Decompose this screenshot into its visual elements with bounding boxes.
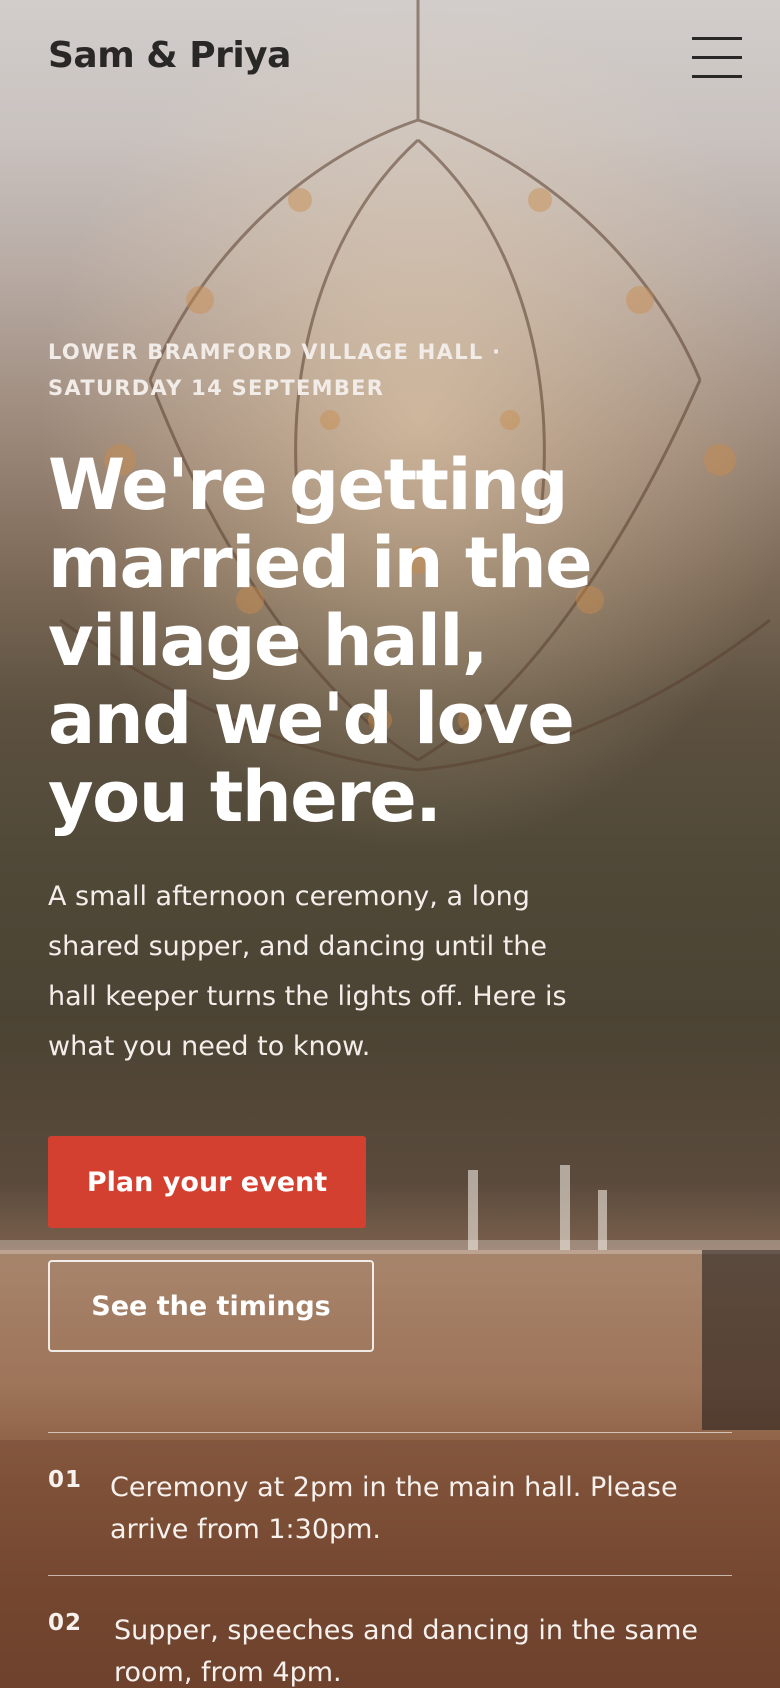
timings-list: 01 Ceremony at 2pm in the main hall. Ple… [48, 1432, 732, 1688]
menu-line [692, 37, 742, 40]
list-item: 01 Ceremony at 2pm in the main hall. Ple… [48, 1432, 732, 1575]
menu-line [692, 56, 742, 59]
see-the-timings-button[interactable]: See the timings [48, 1260, 374, 1352]
plan-your-event-button[interactable]: Plan your event [48, 1136, 366, 1228]
step-number: 01 [48, 1467, 83, 1493]
hero-content: LOWER BRAMFORD VILLAGE HALL · SATURDAY 1… [48, 334, 738, 1072]
hero-headline: We're getting married in the village hal… [48, 444, 593, 838]
hero-intro: A small afternoon ceremony, a long share… [48, 881, 567, 1062]
list-item: 02 Supper, speeches and dancing in the s… [48, 1575, 732, 1688]
step-text: Supper, speeches and dancing in the same… [114, 1615, 699, 1688]
step-text: Ceremony at 2pm in the main hall. Please… [110, 1472, 678, 1545]
hamburger-menu-icon[interactable] [690, 36, 744, 80]
site-header: Sam & Priya [0, 0, 780, 115]
step-number: 02 [48, 1610, 83, 1636]
site-logo[interactable]: Sam & Priya [48, 34, 291, 78]
menu-line [692, 75, 742, 78]
venue-date-eyebrow: LOWER BRAMFORD VILLAGE HALL · SATURDAY 1… [48, 340, 502, 400]
